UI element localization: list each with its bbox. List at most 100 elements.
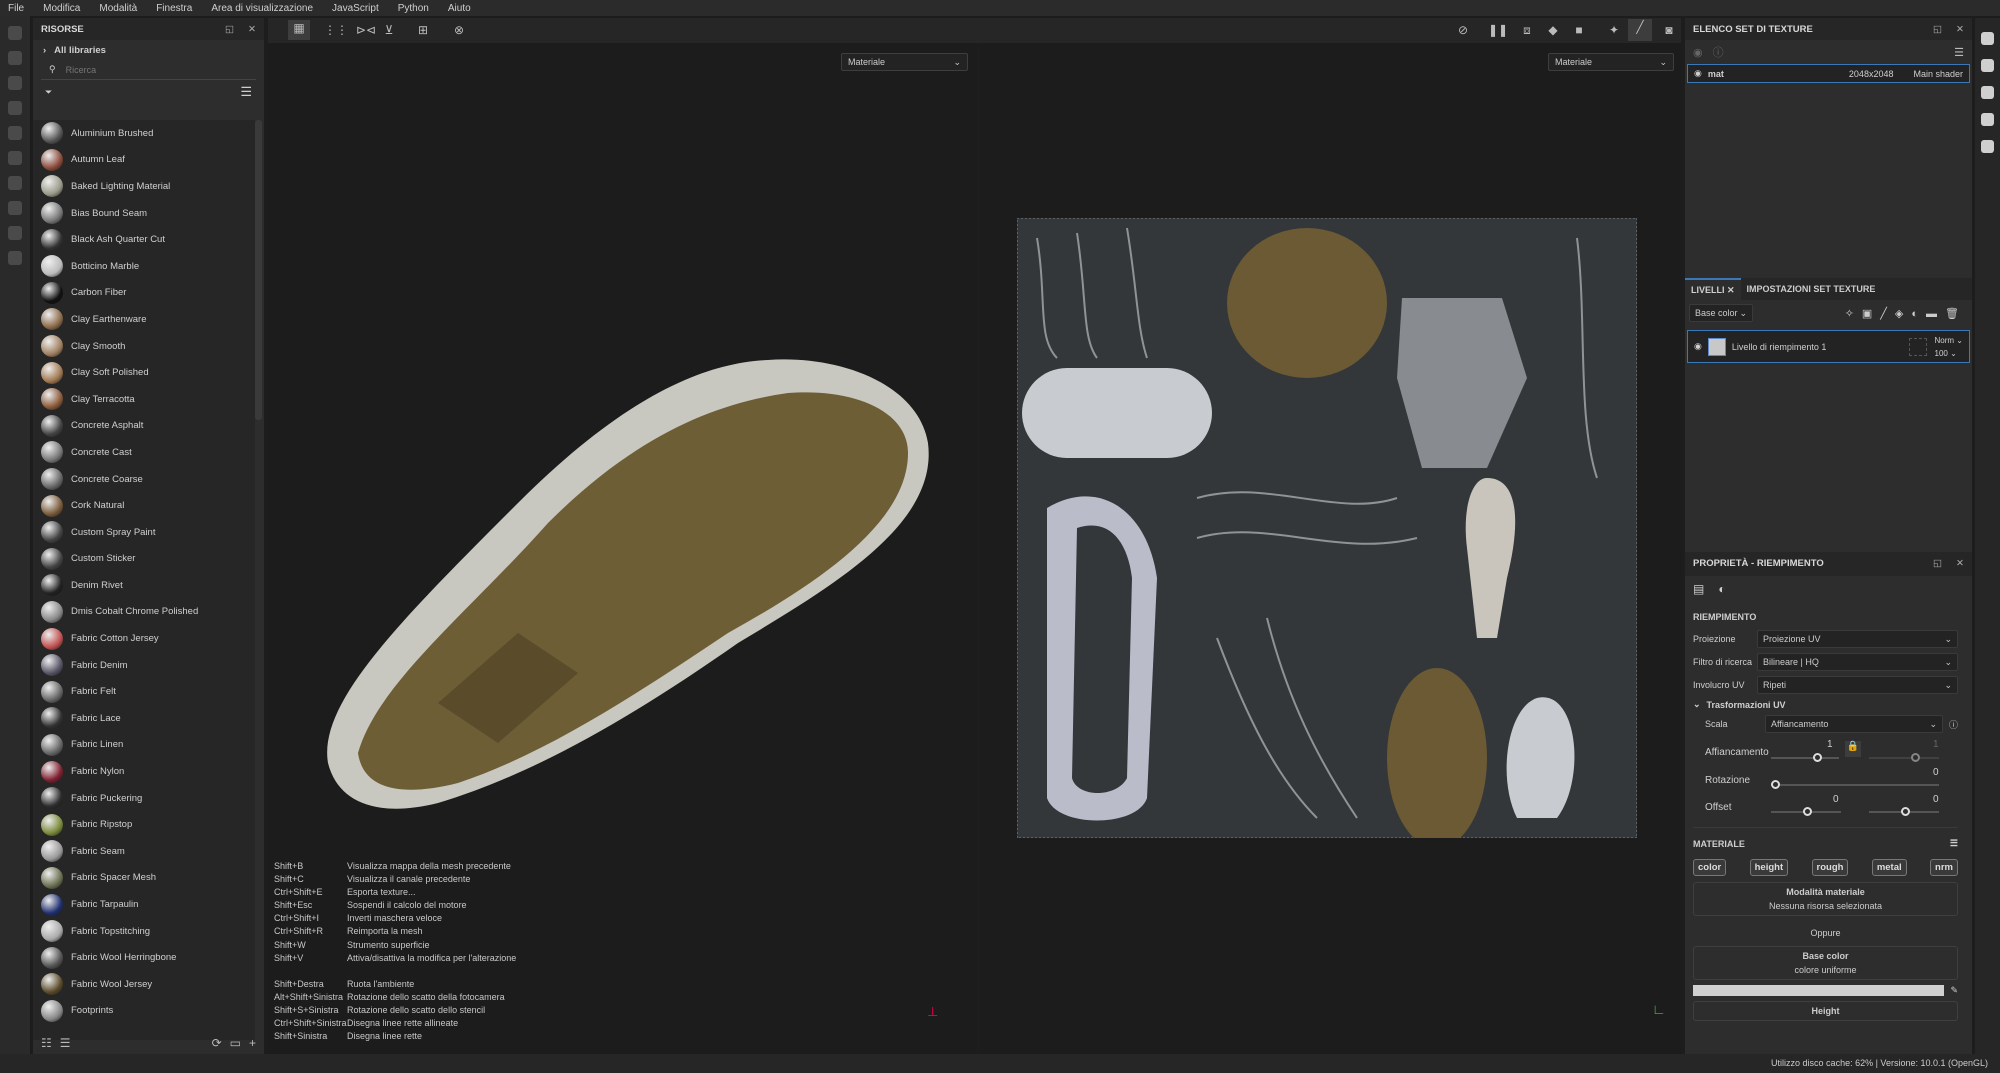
float-icon[interactable]: ◱ xyxy=(225,24,234,35)
all-libraries[interactable]: All libraries xyxy=(54,45,106,56)
menu-icon[interactable]: ☰ xyxy=(1950,838,1958,849)
chip-color[interactable]: color xyxy=(1693,859,1727,876)
material-sphere-icon[interactable]: ◐ xyxy=(1718,582,1725,596)
camera-icon[interactable]: ■ xyxy=(1570,22,1588,38)
list-item[interactable]: Fabric Topstitching xyxy=(33,918,255,945)
tab-layers[interactable]: LIVELLI ✕ xyxy=(1685,278,1741,300)
reset-icon[interactable]: ⊗ xyxy=(450,22,468,38)
float-icon[interactable]: ◱ xyxy=(1933,558,1942,569)
list-item[interactable]: Fabric Ripstop xyxy=(33,811,255,838)
screenshot-icon[interactable]: ◙ xyxy=(1660,22,1678,38)
list-item[interactable]: Custom Spray Paint xyxy=(33,519,255,546)
list-item[interactable]: Concrete Cast xyxy=(33,439,255,466)
menu-area-di-visualizzazione[interactable]: Area di visualizzazione xyxy=(211,3,313,14)
menu-aiuto[interactable]: Aiuto xyxy=(448,3,471,14)
geometry-mask-icon[interactable] xyxy=(8,101,22,115)
list-item[interactable]: Fabric Wool Jersey xyxy=(33,971,255,998)
pause-icon[interactable]: ❚❚ xyxy=(1488,22,1508,38)
menu-file[interactable]: File xyxy=(8,3,24,14)
list-item[interactable]: Clay Soft Polished xyxy=(33,359,255,386)
bake-icon[interactable] xyxy=(8,201,22,215)
list-item[interactable]: Carbon Fiber xyxy=(33,280,255,307)
list-item[interactable]: Concrete Asphalt xyxy=(33,413,255,440)
opacity-dropdown[interactable]: 100 ⌄ xyxy=(1935,349,1964,358)
brush-settings-icon[interactable] xyxy=(8,251,22,265)
sort-icon[interactable]: ☷ xyxy=(41,1036,52,1050)
assets-icon[interactable] xyxy=(8,226,22,240)
uv-transform-toggle[interactable]: Trasformazioni UV xyxy=(1707,700,1786,710)
visibility-icon[interactable]: ◉ xyxy=(1693,46,1703,59)
menu-modalit-[interactable]: Modalità xyxy=(99,3,137,14)
display-settings-icon[interactable] xyxy=(1981,32,1994,45)
eraser-icon[interactable] xyxy=(8,51,22,65)
eye-icon[interactable]: ◉ xyxy=(1694,341,1702,352)
offset-x-slider[interactable] xyxy=(1771,807,1841,816)
list-item[interactable]: Fabric Puckering xyxy=(33,785,255,812)
folder-icon[interactable]: ▭ xyxy=(230,1036,241,1050)
base-color-swatch[interactable] xyxy=(1693,985,1945,996)
list-item[interactable]: Black Ash Quarter Cut xyxy=(33,226,255,253)
close-icon[interactable]: ✕ xyxy=(248,24,256,35)
eye-icon[interactable]: ◉ xyxy=(1694,68,1702,79)
paint-brush-icon[interactable] xyxy=(8,26,22,40)
info-icon[interactable]: ⓘ xyxy=(1713,44,1724,60)
shader-settings-icon[interactable] xyxy=(1981,59,1994,72)
projection-dropdown[interactable]: Proiezione UV ⌄ xyxy=(1757,630,1958,648)
refresh-icon[interactable]: ⟳ xyxy=(212,1036,222,1050)
grid-icon[interactable]: ⋮⋮ xyxy=(324,22,348,38)
filter-icon[interactable]: ⏷ xyxy=(45,87,52,98)
list-item[interactable]: Fabric Lace xyxy=(33,705,255,732)
list-item[interactable]: Clay Smooth xyxy=(33,333,255,360)
height-slot[interactable]: Height xyxy=(1693,1001,1958,1021)
list-item[interactable]: Fabric Denim xyxy=(33,652,255,679)
material-dropdown-uv[interactable]: Materiale ⌄ xyxy=(1548,53,1674,71)
base-color-slot[interactable]: Base color colore uniforme xyxy=(1693,946,1958,980)
rotation-value[interactable]: 0 xyxy=(1933,767,1939,778)
add-frame-icon[interactable]: ⊞ xyxy=(414,22,432,38)
close-icon[interactable]: ✕ xyxy=(1956,24,1964,35)
list-item[interactable]: Fabric Seam xyxy=(33,838,255,865)
layer-row[interactable]: ◉ Livello di riempimento 1 Norm ⌄ 100 ⌄ xyxy=(1687,330,1970,363)
list-item[interactable]: Cork Natural xyxy=(33,492,255,519)
blend-mode-dropdown[interactable]: Norm ⌄ xyxy=(1935,336,1964,345)
list-view-icon[interactable]: ☰ xyxy=(240,84,252,100)
tiling-value[interactable]: 1 xyxy=(1827,739,1833,750)
scrollbar[interactable] xyxy=(255,120,262,420)
cube-icon[interactable]: ◆ xyxy=(1544,22,1562,38)
list-item[interactable]: Autumn Leaf xyxy=(33,147,255,174)
smudge-icon[interactable] xyxy=(8,126,22,140)
clone-icon[interactable] xyxy=(8,151,22,165)
chevron-right-icon[interactable]: › xyxy=(43,45,46,56)
search-input[interactable] xyxy=(65,64,183,75)
wrap-dropdown[interactable]: Ripeti ⌄ xyxy=(1757,676,1958,694)
chip-metal[interactable]: metal xyxy=(1871,859,1907,876)
history-icon[interactable] xyxy=(1981,86,1994,99)
list-item[interactable]: Fabric Tarpaulin xyxy=(33,891,255,918)
picker-icon[interactable] xyxy=(8,176,22,190)
mirror-x-icon[interactable]: ⊳⊲ xyxy=(356,22,376,38)
channel-dropdown[interactable]: Base color ⌄ xyxy=(1689,304,1753,322)
menu-python[interactable]: Python xyxy=(398,3,429,14)
viewport-3d[interactable]: Materiale ⌄ Shift+B Visualizza mappa della… xyxy=(268,43,977,1054)
offset-x-value[interactable]: 0 xyxy=(1833,794,1839,805)
chip-nrm[interactable]: nrm xyxy=(1930,859,1958,876)
list-item[interactable]: Dmis Cobalt Chrome Polished xyxy=(33,599,255,626)
menu-modifica[interactable]: Modifica xyxy=(43,3,80,14)
menu-finestra[interactable]: Finestra xyxy=(156,3,192,14)
lock-icon[interactable]: 🔒 xyxy=(1845,741,1861,757)
close-icon[interactable]: ✕ xyxy=(1956,558,1964,569)
layout-2d3d-icon[interactable]: ▦ xyxy=(288,20,310,40)
menu-javascript[interactable]: JavaScript xyxy=(332,3,379,14)
list-item[interactable]: Clay Earthenware xyxy=(33,306,255,333)
list-item[interactable]: Fabric Wool Herringbone xyxy=(33,944,255,971)
list-item[interactable]: Aluminium Brushed xyxy=(33,120,255,147)
chevron-down-icon[interactable]: ⌄ xyxy=(1693,699,1701,710)
add-icon[interactable]: + xyxy=(249,1036,256,1050)
list-item[interactable]: Footprints xyxy=(33,998,255,1025)
list-item[interactable]: Fabric Nylon xyxy=(33,758,255,785)
group-icon[interactable]: ☰ xyxy=(60,1036,71,1050)
list-item[interactable]: Botticino Marble xyxy=(33,253,255,280)
list-item[interactable]: Fabric Linen xyxy=(33,732,255,759)
offset-y-value[interactable]: 0 xyxy=(1933,794,1939,805)
filter-dropdown[interactable]: Bilineare | HQ ⌄ xyxy=(1757,653,1958,671)
